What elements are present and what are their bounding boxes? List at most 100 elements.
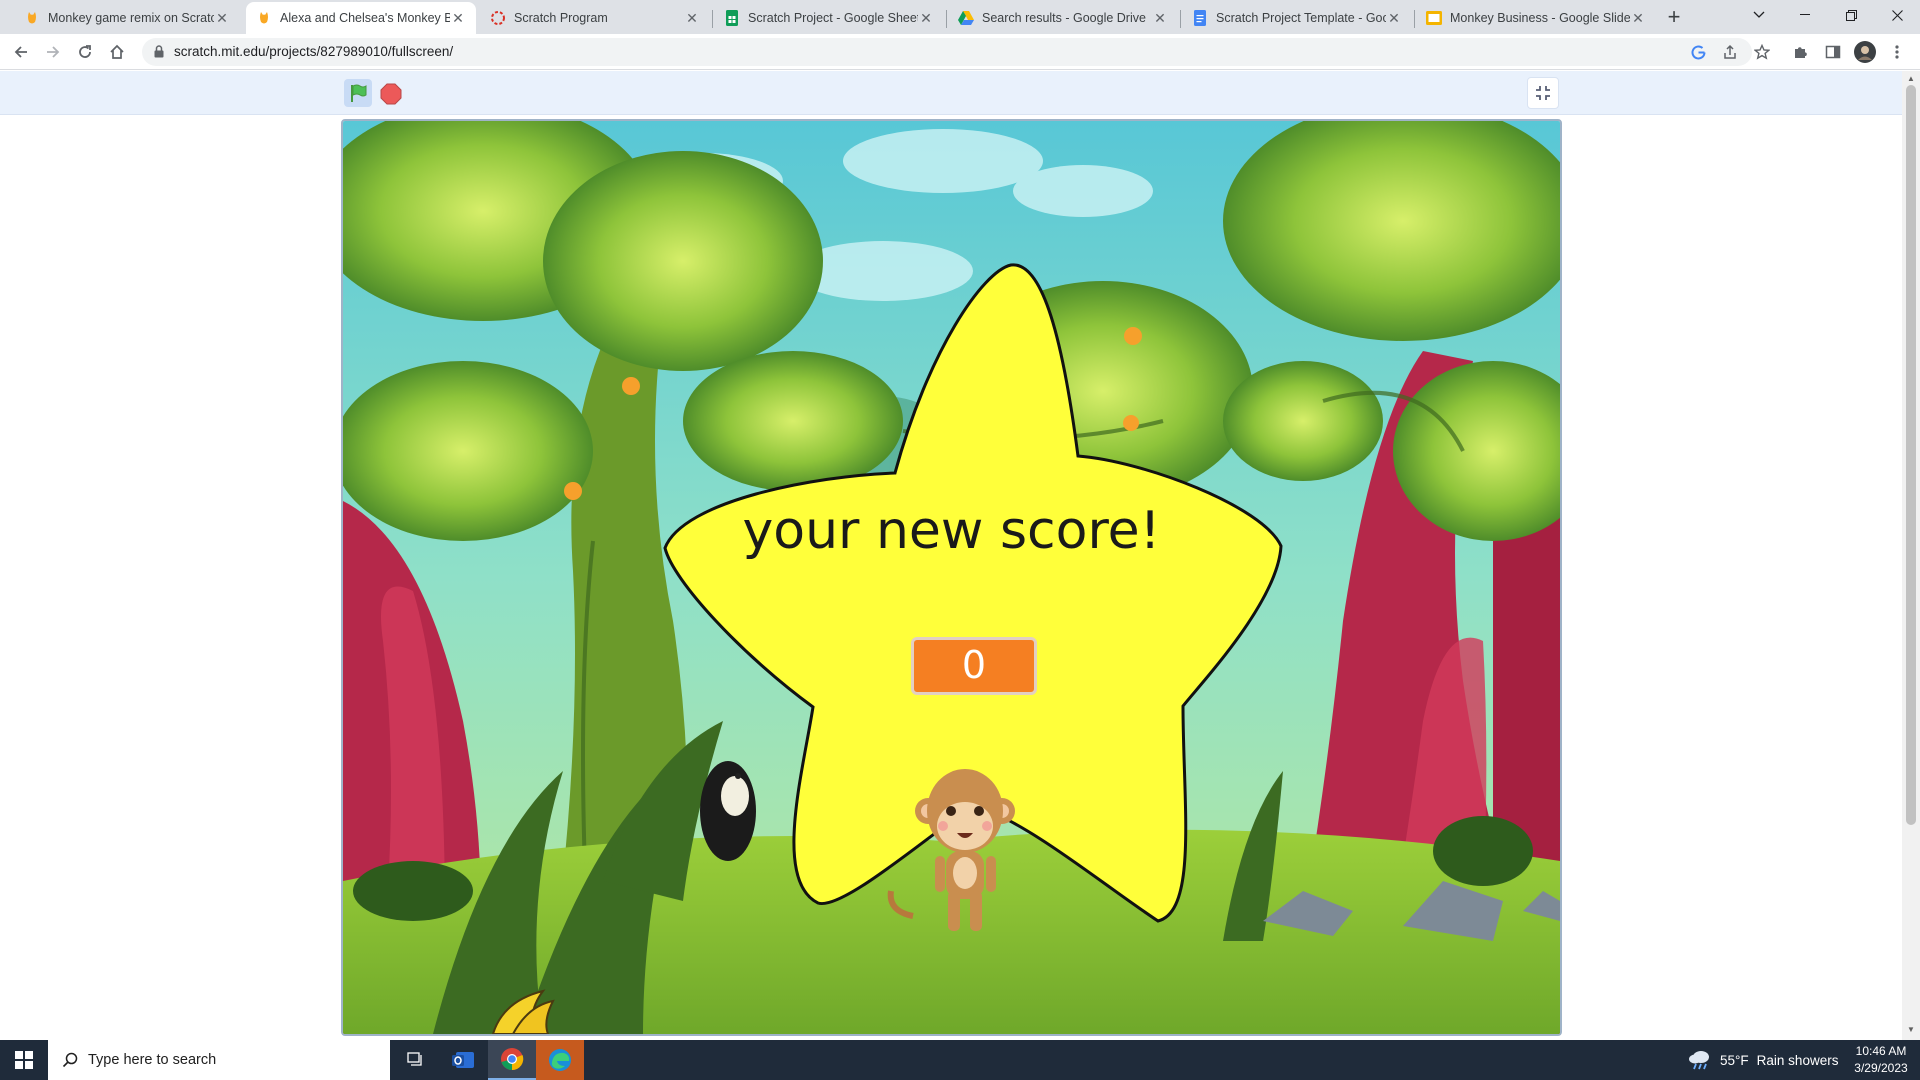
- weather-temp: 55°F: [1720, 1052, 1749, 1068]
- url-text: scratch.mit.edu/projects/827989010/fulls…: [174, 44, 454, 59]
- clock-time: 10:46 AM: [1855, 1044, 1907, 1058]
- share-icon: [1724, 44, 1736, 59]
- forward-button[interactable]: [40, 39, 66, 65]
- close-icon[interactable]: ✕: [1152, 10, 1168, 26]
- mail-app-icon: [452, 1052, 474, 1068]
- close-icon[interactable]: ✕: [1630, 10, 1646, 26]
- lock-icon: [154, 45, 164, 63]
- reload-icon: [79, 45, 91, 58]
- tab-separator: [946, 10, 947, 28]
- puzzle-icon: [1795, 47, 1807, 58]
- profile-button[interactable]: [1852, 39, 1878, 65]
- close-icon[interactable]: ✕: [1386, 10, 1402, 26]
- green-flag-button[interactable]: [344, 79, 372, 107]
- restore-icon: [1845, 9, 1857, 21]
- score-value: 0: [911, 637, 1037, 695]
- reload-button[interactable]: [72, 39, 98, 65]
- taskbar-app-chrome[interactable]: [488, 1040, 536, 1080]
- side-panel-button[interactable]: [1820, 39, 1846, 65]
- task-view-button[interactable]: [392, 1040, 440, 1080]
- scroll-up-icon[interactable]: ▲: [1906, 74, 1916, 84]
- stop-button[interactable]: [380, 83, 402, 105]
- close-icon[interactable]: ✕: [214, 10, 230, 26]
- browser-tab-strip: Monkey game remix on Scratch ✕ Alexa and…: [0, 0, 1920, 34]
- google-drive-icon: [958, 10, 974, 26]
- tab-search-button[interactable]: [1736, 0, 1782, 30]
- google-lens-button[interactable]: [1685, 39, 1711, 65]
- tab-scratch-program[interactable]: Scratch Program ✕: [480, 2, 710, 34]
- tab-title: Monkey game remix on Scratch: [48, 11, 214, 25]
- chrome-icon: [501, 1048, 524, 1071]
- weather-widget[interactable]: 55°F Rain showers: [1688, 1040, 1838, 1080]
- clock-date: 3/29/2023: [1854, 1061, 1908, 1075]
- start-button[interactable]: [0, 1040, 48, 1080]
- tab-title: Alexa and Chelsea's Monkey Bu: [280, 11, 450, 25]
- google-slides-icon: [1426, 10, 1442, 26]
- system-clock[interactable]: 10:46 AM 3/29/2023: [1848, 1043, 1914, 1077]
- windows-taskbar: Type here to search 55°F Rain showers 10…: [0, 1040, 1920, 1080]
- kebab-menu-icon: [1895, 45, 1899, 59]
- side-panel-icon: [1825, 45, 1841, 59]
- scratch-controls-bar: [0, 71, 1902, 115]
- bookmark-button[interactable]: [1749, 39, 1775, 65]
- exit-fullscreen-icon: [1536, 86, 1550, 100]
- home-icon: [110, 44, 124, 59]
- jungle-backdrop: [343, 121, 1560, 1034]
- taskbar-search-box[interactable]: Type here to search: [48, 1040, 390, 1080]
- tab-separator: [1180, 10, 1181, 28]
- restore-button[interactable]: [1828, 0, 1874, 30]
- close-icon: [1891, 9, 1903, 21]
- menu-button[interactable]: [1884, 39, 1910, 65]
- google-sheets-icon: [724, 10, 740, 26]
- tab-google-drive[interactable]: Search results - Google Drive ✕: [948, 2, 1178, 34]
- close-icon[interactable]: ✕: [684, 10, 700, 26]
- rain-cloud-icon: [1689, 1051, 1709, 1070]
- arrow-left-icon: [14, 46, 27, 58]
- stop-sign-icon: [380, 83, 402, 105]
- page-scrollbar[interactable]: ▲ ▼: [1902, 71, 1920, 1040]
- arrow-right-icon: [47, 46, 60, 58]
- green-flag-icon: [351, 84, 367, 102]
- minimize-button[interactable]: [1782, 0, 1828, 30]
- new-tab-button[interactable]: +: [1661, 5, 1687, 31]
- search-placeholder: Type here to search: [88, 1052, 217, 1068]
- close-icon[interactable]: ✕: [450, 10, 466, 26]
- tab-title: Scratch Project - Google Sheets: [748, 11, 918, 25]
- extensions-button[interactable]: [1788, 39, 1814, 65]
- scratch-cat-icon: [24, 10, 40, 26]
- tab-separator: [1414, 10, 1415, 28]
- google-g-icon: [1691, 44, 1705, 59]
- star-icon: [1754, 44, 1770, 60]
- tab-title: Scratch Program: [514, 11, 608, 25]
- back-button[interactable]: [8, 39, 34, 65]
- tab-google-sheets[interactable]: Scratch Project - Google Sheets ✕: [714, 2, 944, 34]
- search-icon: [62, 1052, 78, 1073]
- browser-toolbar: scratch.mit.edu/projects/827989010/fulls…: [0, 34, 1920, 70]
- scroll-down-icon[interactable]: ▼: [1906, 1025, 1916, 1035]
- weather-description: Rain showers: [1756, 1052, 1839, 1068]
- taskbar-app-edge[interactable]: [536, 1040, 584, 1080]
- tab-separator: [712, 10, 713, 28]
- avatar: [1854, 41, 1876, 63]
- taskbar-app-outlook[interactable]: [440, 1040, 488, 1080]
- edge-icon: [549, 1049, 571, 1071]
- exit-fullscreen-button[interactable]: [1527, 77, 1559, 109]
- windows-logo-icon: [15, 1051, 33, 1069]
- home-button[interactable]: [104, 39, 130, 65]
- close-window-button[interactable]: [1874, 0, 1920, 30]
- tab-monkey-game-remix[interactable]: Monkey game remix on Scratch ✕: [14, 2, 240, 34]
- share-button[interactable]: [1717, 39, 1743, 65]
- scratch-stage[interactable]: your new score! 0: [341, 119, 1562, 1036]
- tab-title: Monkey Business - Google Slide: [1450, 11, 1630, 25]
- scratch-cat-icon: [256, 10, 272, 26]
- tab-google-slides[interactable]: Monkey Business - Google Slide ✕: [1416, 2, 1656, 34]
- chevron-down-icon: [1753, 11, 1765, 18]
- scrollbar-thumb[interactable]: [1906, 85, 1916, 825]
- task-view-icon: [407, 1052, 422, 1066]
- tab-google-docs[interactable]: Scratch Project Template - Goog ✕: [1182, 2, 1412, 34]
- tab-monkey-business-active[interactable]: Alexa and Chelsea's Monkey Bu ✕: [246, 2, 476, 34]
- close-icon[interactable]: ✕: [918, 10, 934, 26]
- address-bar[interactable]: scratch.mit.edu/projects/827989010/fulls…: [142, 38, 1752, 66]
- google-docs-icon: [1192, 10, 1208, 26]
- score-message: your new score!: [742, 501, 1161, 561]
